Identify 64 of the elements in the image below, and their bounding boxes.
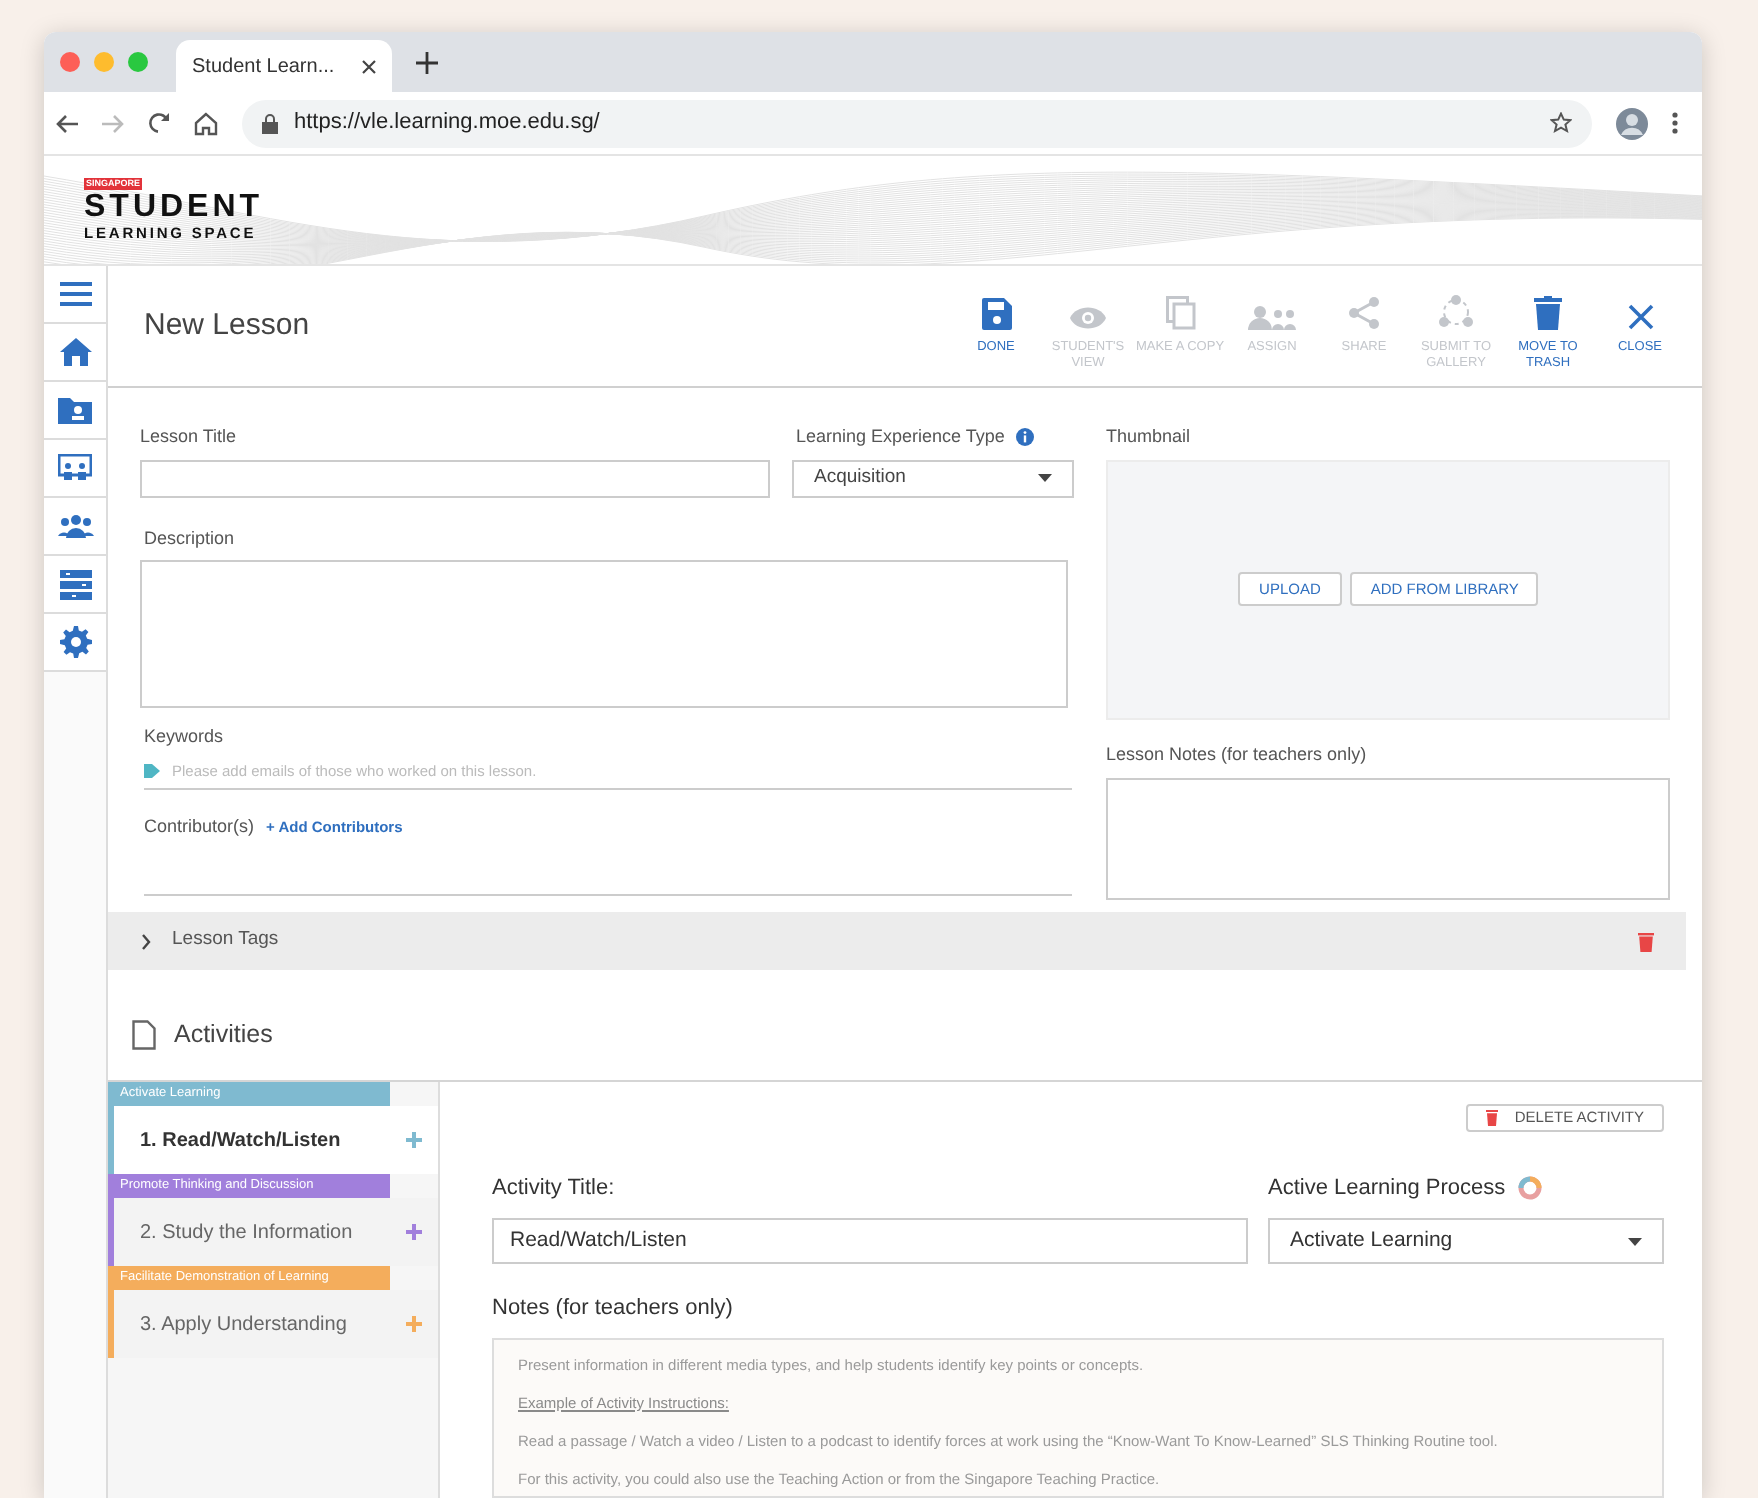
network-icon bbox=[1436, 293, 1476, 329]
stacked-list-icon[interactable] bbox=[59, 569, 91, 599]
save-icon bbox=[981, 297, 1011, 329]
browser-tab[interactable]: Student Learn... bbox=[176, 40, 392, 92]
folder-person-icon[interactable] bbox=[58, 396, 92, 424]
settings-icon[interactable] bbox=[59, 626, 91, 658]
people-icon bbox=[1248, 305, 1296, 329]
page-title: New Lesson bbox=[144, 305, 310, 346]
lesson-title-field[interactable] bbox=[140, 459, 770, 497]
chevron-icon bbox=[140, 933, 152, 949]
group-icon[interactable] bbox=[57, 514, 93, 538]
field-label: Description bbox=[144, 525, 237, 552]
new-tab-icon[interactable] bbox=[416, 51, 438, 73]
lesson-notes-field[interactable] bbox=[1106, 778, 1670, 900]
close-icon[interactable] bbox=[362, 59, 376, 73]
trash-icon bbox=[1486, 1109, 1499, 1126]
field-label: Keywords bbox=[144, 724, 226, 750]
eye-icon bbox=[1070, 305, 1106, 329]
activity-title-field[interactable]: Read/Watch/Listen bbox=[492, 1218, 1248, 1265]
section-label: Lesson Tags bbox=[172, 926, 279, 955]
home-icon[interactable] bbox=[194, 111, 218, 135]
lock-icon bbox=[262, 113, 278, 133]
activity-title: 3. Apply Understanding bbox=[140, 1311, 347, 1339]
tag-icon bbox=[144, 763, 160, 778]
section-title: Activities bbox=[174, 1017, 273, 1052]
field-label: Thumbnail bbox=[1106, 424, 1193, 450]
back-icon[interactable] bbox=[56, 113, 78, 133]
trash-icon[interactable] bbox=[1638, 931, 1654, 951]
process-dropdown[interactable]: Activate Learning bbox=[1268, 1218, 1664, 1265]
tab-title: Student Learn... bbox=[192, 53, 335, 81]
close-icon bbox=[1627, 303, 1653, 329]
field-label: Active Learning Process bbox=[1268, 1173, 1506, 1204]
menu-icon[interactable] bbox=[59, 282, 91, 306]
activity-item[interactable]: 1. Read/Watch/Listen bbox=[114, 1106, 438, 1174]
star-icon[interactable] bbox=[1550, 112, 1572, 134]
presentation-icon[interactable] bbox=[58, 454, 92, 482]
document-icon bbox=[132, 1019, 156, 1049]
caret-icon bbox=[1038, 474, 1052, 482]
field-label: Learning Experience Type bbox=[796, 424, 1005, 450]
reload-icon[interactable] bbox=[148, 112, 170, 134]
share-icon bbox=[1348, 295, 1380, 329]
trash-icon bbox=[1534, 295, 1562, 329]
activity-title: 1. Read/Watch/Listen bbox=[140, 1127, 341, 1155]
copy-icon bbox=[1165, 295, 1195, 329]
field-label: Activity Title: bbox=[492, 1173, 617, 1204]
field-label: Notes (for teachers only) bbox=[492, 1294, 735, 1325]
info-icon[interactable] bbox=[1016, 428, 1035, 447]
dropdown-value: Activate Learning bbox=[1290, 1225, 1453, 1256]
more-icon[interactable] bbox=[1672, 112, 1678, 134]
field-label: Contributor(s) bbox=[144, 813, 255, 840]
notes-field[interactable] bbox=[492, 1337, 1664, 1498]
ring-icon bbox=[1517, 1175, 1542, 1200]
lesson-tags-bar[interactable]: Lesson Tags bbox=[108, 912, 1686, 970]
field-label: Lesson Notes (for teachers only) bbox=[1106, 741, 1369, 768]
caret-icon bbox=[1628, 1237, 1642, 1246]
experience-type-dropdown[interactable]: Acquisition bbox=[792, 459, 1074, 497]
dropdown-value: Acquisition bbox=[814, 463, 906, 492]
avatar-icon[interactable] bbox=[1616, 107, 1648, 139]
activity-title: 2. Study the Information bbox=[140, 1219, 353, 1247]
field-label: Lesson Title bbox=[140, 424, 239, 450]
description-field[interactable] bbox=[140, 560, 1068, 708]
add-icon[interactable] bbox=[406, 1224, 422, 1240]
home-icon[interactable] bbox=[59, 338, 91, 366]
logo-title: STUDENT bbox=[84, 190, 264, 224]
